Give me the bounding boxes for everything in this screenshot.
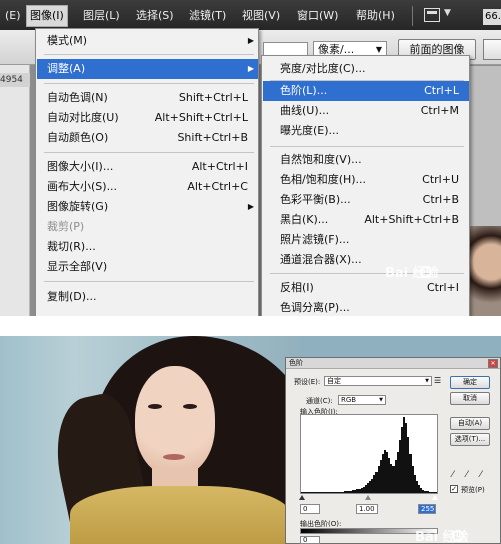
- clear-button[interactable]: [483, 39, 501, 60]
- menu-divider: [270, 146, 464, 147]
- sub-item-black-white[interactable]: 黑白(K)... Alt+Shift+Ctrl+B: [263, 210, 469, 230]
- watermark-bottom: Bai 经验: [415, 530, 469, 544]
- menu-item-auto-color[interactable]: 自动颜色(O) Shift+Ctrl+B: [37, 128, 258, 148]
- menu-help[interactable]: 帮助(H): [353, 6, 398, 26]
- menu-item-crop[interactable]: 裁剪(P): [37, 217, 258, 237]
- sub-item-color-balance[interactable]: 色彩平衡(B)... Ctrl+B: [263, 190, 469, 210]
- submenu-arrow-icon: ▶: [247, 64, 254, 73]
- sub-item-hue-saturation[interactable]: 色相/饱和度(H)... Ctrl+U: [263, 170, 469, 190]
- sub-item-invert[interactable]: 反相(I) Ctrl+I: [263, 278, 469, 298]
- output-black-field[interactable]: 0: [300, 536, 320, 544]
- preview-checkbox[interactable]: ✓: [450, 485, 458, 493]
- menubar-divider: [412, 6, 413, 26]
- input-gamma-slider[interactable]: [365, 495, 371, 500]
- menu-divider: [44, 152, 254, 153]
- options-button[interactable]: 选项(T)...: [450, 433, 490, 446]
- cancel-button[interactable]: 取消: [450, 392, 490, 405]
- menu-select[interactable]: 选择(S): [133, 6, 177, 26]
- photo-mouth: [163, 454, 185, 460]
- menu-filter[interactable]: 滤镜(T): [186, 6, 229, 26]
- input-gamma-field[interactable]: 1.00: [356, 504, 378, 514]
- photo-eye-right: [183, 404, 197, 409]
- white-eyedropper-icon[interactable]: ⁄: [480, 470, 488, 480]
- menu-item-duplicate[interactable]: 复制(D)...: [37, 287, 258, 307]
- sub-item-posterize[interactable]: 色调分离(P)...: [263, 298, 469, 316]
- photo-with-levels-dialog: 色阶 ✕ 预设(E): 自定 ▼ ☰ 通道(C): RGB ▼ 输入色阶(I):…: [0, 336, 501, 544]
- preset-label: 预设(E):: [294, 378, 321, 386]
- sub-item-photo-filter[interactable]: 照片滤镜(F)...: [263, 230, 469, 250]
- input-black-slider[interactable]: [299, 495, 305, 500]
- sub-item-levels[interactable]: 色阶(L)... Ctrl+L: [263, 81, 469, 101]
- menu-item-auto-contrast[interactable]: 自动对比度(U) Alt+Shift+Ctrl+L: [37, 108, 258, 128]
- menu-divider: [44, 54, 254, 55]
- screen-mode-icon[interactable]: [424, 8, 440, 22]
- chevron-down-icon: ▼: [425, 378, 429, 384]
- preview-label: 预览(P): [461, 486, 485, 494]
- menu-view[interactable]: 视图(V): [239, 6, 283, 26]
- submenu-arrow-icon: ▶: [247, 202, 254, 211]
- canvas-photo-edge: [468, 226, 501, 316]
- menu-item-auto-tone[interactable]: 自动色调(N) Shift+Ctrl+L: [37, 88, 258, 108]
- menu-bar: (E) 图像(I) 图层(L) 选择(S) 滤镜(T) 视图(V) 窗口(W) …: [0, 0, 501, 30]
- ok-button[interactable]: 确定: [450, 376, 490, 389]
- submenu-arrow-icon: ▶: [247, 36, 254, 45]
- auto-button[interactable]: 自动(A): [450, 417, 490, 430]
- menu-item-canvas-size[interactable]: 画布大小(S)... Alt+Ctrl+C: [37, 177, 258, 197]
- menu-edit[interactable]: (E): [2, 6, 24, 26]
- menu-divider: [44, 281, 254, 282]
- black-eyedropper-icon[interactable]: ⁄: [452, 470, 460, 480]
- levels-dialog: 色阶 ✕ 预设(E): 自定 ▼ ☰ 通道(C): RGB ▼ 输入色阶(I):…: [285, 357, 501, 544]
- levels-histogram: [300, 414, 438, 494]
- chevron-down-icon[interactable]: ▼: [444, 8, 451, 18]
- menu-image[interactable]: 图像(I): [26, 5, 68, 27]
- document-tab-rail: 4954: [0, 65, 30, 316]
- menu-item-mode[interactable]: 模式(M) ▶: [37, 31, 258, 51]
- preset-options-icon[interactable]: ☰: [434, 376, 441, 385]
- photoshop-window-top: (E) 图像(I) 图层(L) 选择(S) 滤镜(T) 视图(V) 窗口(W) …: [0, 0, 501, 316]
- photo-dress: [70, 486, 290, 544]
- gray-eyedropper-icon[interactable]: ⁄: [466, 470, 474, 480]
- watermark-top: Bai 经验: [385, 266, 439, 281]
- sub-item-brightness-contrast[interactable]: 亮度/对比度(C)...: [263, 59, 469, 79]
- image-menu: 模式(M) ▶ 调整(A) ▶ 自动色调(N) Shift+Ctrl+L 自动对…: [35, 28, 259, 316]
- sub-item-curves[interactable]: 曲线(U)... Ctrl+M: [263, 101, 469, 121]
- chevron-down-icon: ▼: [379, 397, 383, 403]
- zoom-field[interactable]: 66.: [483, 9, 501, 25]
- menu-item-image-size[interactable]: 图像大小(I)... Alt+Ctrl+I: [37, 157, 258, 177]
- histogram-bar: [434, 492, 437, 493]
- input-white-slider[interactable]: [432, 495, 438, 500]
- close-icon[interactable]: ✕: [488, 359, 498, 368]
- menu-layer[interactable]: 图层(L): [80, 6, 123, 26]
- menu-item-reveal-all[interactable]: 显示全部(V): [37, 257, 258, 277]
- menu-item-trim[interactable]: 裁切(R)...: [37, 237, 258, 257]
- input-black-field[interactable]: 0: [300, 504, 320, 514]
- sub-item-exposure[interactable]: 曝光度(E)...: [263, 121, 469, 141]
- menu-window[interactable]: 窗口(W): [294, 6, 341, 26]
- ruler-readout: 4954: [0, 73, 30, 87]
- portrait-photo: [0, 336, 315, 544]
- preset-select[interactable]: 自定 ▼: [324, 376, 432, 386]
- photo-eye-left: [148, 404, 162, 409]
- sub-item-vibrance[interactable]: 自然饱和度(V)...: [263, 150, 469, 170]
- channel-select[interactable]: RGB ▼: [338, 395, 386, 405]
- menu-item-adjust[interactable]: 调整(A) ▶: [37, 59, 258, 79]
- menu-divider: [44, 83, 254, 84]
- menu-item-image-rotation[interactable]: 图像旋转(G) ▶: [37, 197, 258, 217]
- input-white-field[interactable]: 255: [418, 504, 436, 514]
- dialog-title: 色阶 ✕: [286, 358, 500, 369]
- channel-label: 通道(C):: [306, 397, 333, 405]
